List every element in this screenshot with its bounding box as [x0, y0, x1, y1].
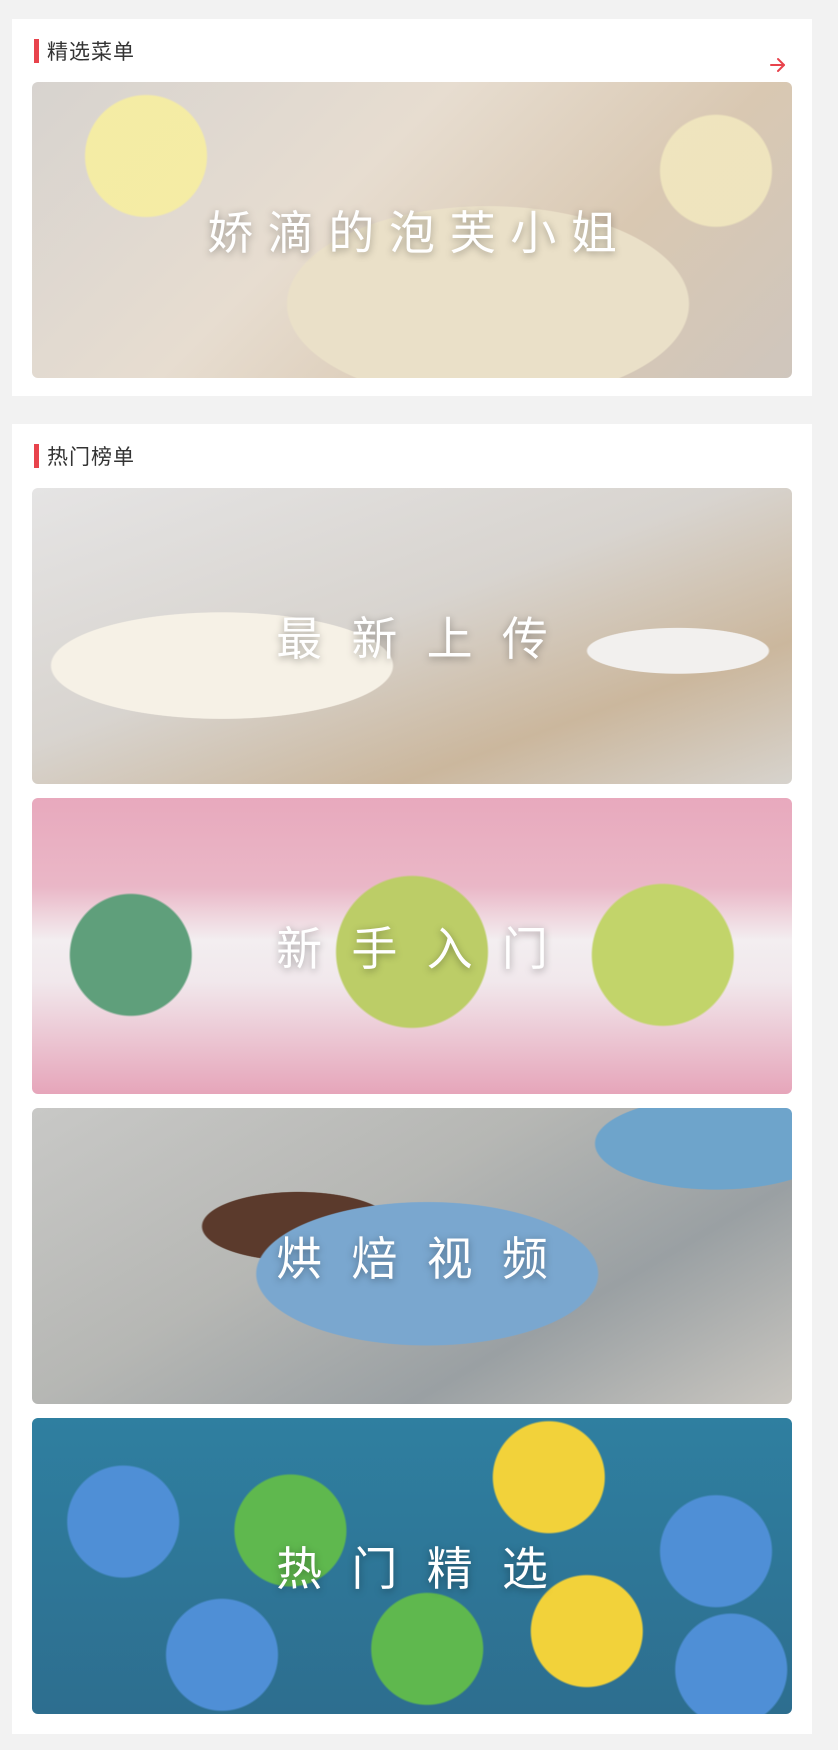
banner-caption: 热 门 精 选 [32, 1418, 792, 1714]
banner-caption-text: 热 门 精 选 [276, 1542, 548, 1596]
featured-menu-section: 精选菜单 娇 滴 的 泡 芙 小 姐 [12, 19, 812, 396]
banner-caption-text: 最 新 上 传 [276, 612, 548, 666]
banner-caption: 最 新 上 传 [32, 488, 792, 784]
banner-beginner[interactable]: 新 手 入 门 [32, 798, 792, 1094]
section-accent-bar [34, 39, 39, 63]
banner-latest-upload[interactable]: 最 新 上 传 [32, 488, 792, 784]
featured-menu-header: 精选菜单 [34, 38, 135, 64]
banner-baking-video[interactable]: 烘 焙 视 频 [32, 1108, 792, 1404]
featured-menu-title: 精选菜单 [47, 40, 135, 64]
banner-caption-text: 新 手 入 门 [276, 922, 548, 976]
hot-list-section: 热门榜单 最 新 上 传 新 手 入 门 烘 焙 视 频 热 门 精 选 [12, 424, 812, 1734]
section-accent-bar [34, 444, 39, 468]
banner-caption-text: 烘 焙 视 频 [276, 1232, 548, 1286]
banner-caption: 娇 滴 的 泡 芙 小 姐 [32, 82, 792, 378]
banner-hot-picks[interactable]: 热 门 精 选 [32, 1418, 792, 1714]
banner-caption-text: 娇 滴 的 泡 芙 小 姐 [207, 206, 617, 260]
hot-list-title: 热门榜单 [47, 445, 135, 469]
hot-list-header: 热门榜单 [34, 443, 135, 469]
banner-caption: 烘 焙 视 频 [32, 1108, 792, 1404]
banner-cream-puff[interactable]: 娇 滴 的 泡 芙 小 姐 [32, 82, 792, 378]
arrow-right-icon[interactable] [768, 55, 788, 75]
banner-caption: 新 手 入 门 [32, 798, 792, 1094]
